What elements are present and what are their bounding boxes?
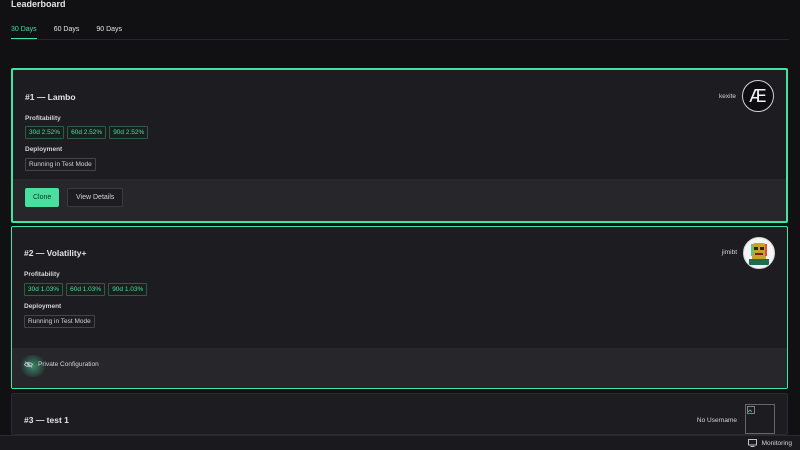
strategy-name: #3 — test 1 <box>24 415 69 425</box>
profit-30d-badge: 30d 2.52% <box>25 126 65 139</box>
avatar-logo: Æ <box>749 85 767 107</box>
profitability-badges: 30d 2.52% 60d 2.52% 90d 2.52% <box>25 126 149 139</box>
avatar[interactable] <box>743 237 775 269</box>
card-glow-decoration <box>626 68 746 70</box>
profit-60d-badge: 60d 2.52% <box>67 126 107 139</box>
owner-name[interactable]: kexite <box>719 93 736 100</box>
deployment-label: Deployment <box>25 146 63 153</box>
period-tabs: 30 Days 60 Days 90 Days <box>11 24 789 40</box>
avatar[interactable]: Æ <box>742 80 774 112</box>
page-title: Leaderboard <box>11 0 66 9</box>
leaderboard-page: Leaderboard 30 Days 60 Days 90 Days #1 —… <box>0 0 800 450</box>
tab-60-days[interactable]: 60 Days <box>54 24 80 39</box>
private-configuration-label: Private Configuration <box>38 361 99 368</box>
view-details-button[interactable]: View Details <box>67 188 124 207</box>
deployment-status-badge: Running in Test Mode <box>25 158 96 171</box>
broken-image-icon <box>747 406 755 414</box>
tab-30-days[interactable]: 30 Days <box>11 24 37 39</box>
strategy-card-2: #2 — Volatility+ jimibt Profitability 30… <box>11 226 788 389</box>
card-footer: Private Configuration <box>12 348 787 388</box>
profitability-badges: 30d 1.03% 60d 1.03% 90d 1.03% <box>24 283 148 296</box>
strategy-name: #2 — Volatility+ <box>24 248 87 258</box>
monitoring-label: Monitoring <box>761 439 792 447</box>
owner-name[interactable]: jimibt <box>722 249 737 256</box>
profit-60d-badge: 60d 1.03% <box>66 283 106 296</box>
strategy-card-1: #1 — Lambo kexite Æ Profitability 30d 2.… <box>11 68 788 223</box>
strategy-name: #1 — Lambo <box>25 92 76 102</box>
monitoring-button[interactable]: Monitoring <box>747 439 792 447</box>
profit-90d-badge: 90d 2.52% <box>109 126 149 139</box>
deployment-status-badge: Running in Test Mode <box>24 315 95 328</box>
card-actions: Clone View Details <box>13 179 786 221</box>
eye-off-icon <box>24 361 33 368</box>
owner-name[interactable]: No Username <box>697 417 737 424</box>
status-bar: Monitoring <box>0 435 800 450</box>
tab-90-days[interactable]: 90 Days <box>96 24 122 39</box>
deployment-label: Deployment <box>24 303 62 310</box>
clone-button[interactable]: Clone <box>25 188 60 207</box>
profit-90d-badge: 90d 1.03% <box>108 283 148 296</box>
profit-30d-badge: 30d 1.03% <box>24 283 64 296</box>
profitability-label: Profitability <box>25 115 61 122</box>
private-configuration: Private Configuration <box>18 355 99 377</box>
avatar-character-icon <box>749 243 769 265</box>
profitability-label: Profitability <box>24 271 60 278</box>
monitor-icon <box>747 439 757 447</box>
strategy-card-3: #3 — test 1 No Username <box>11 393 788 435</box>
avatar-broken-image[interactable] <box>745 404 775 434</box>
